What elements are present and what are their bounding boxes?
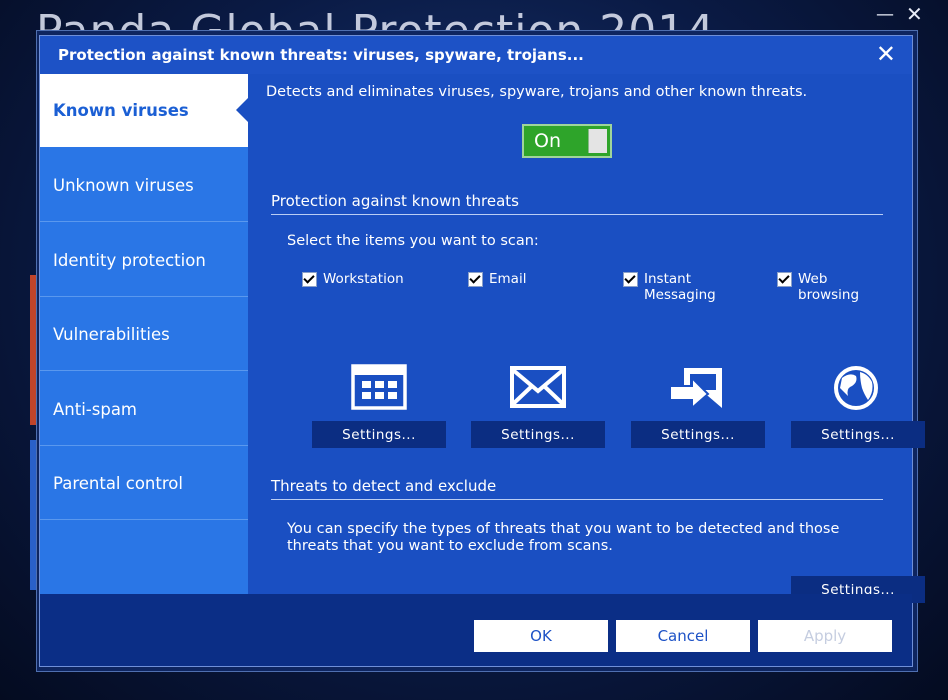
settings-dialog: Protection against known threats: viruse… <box>40 36 925 666</box>
globe-icon <box>834 366 878 410</box>
cancel-button[interactable]: Cancel <box>616 620 750 652</box>
checkbox-workstation[interactable]: Workstation <box>302 271 404 287</box>
checkbox-label: Email <box>489 271 527 287</box>
checkbox-box[interactable] <box>777 272 792 287</box>
dialog-close-icon[interactable]: ✕ <box>876 40 896 68</box>
workstation-icon <box>351 364 407 410</box>
apply-button[interactable]: Apply <box>758 620 892 652</box>
exclude-description: You can specify the types of threats tha… <box>287 521 840 554</box>
checkbox-box[interactable] <box>302 272 317 287</box>
toggle-knob <box>588 129 607 153</box>
sidebar-item-label: Anti-spam <box>53 399 138 419</box>
instant-messaging-settings-button[interactable]: Settings... <box>631 421 765 448</box>
sidebar-item-anti-spam[interactable]: Anti-spam <box>40 373 248 446</box>
sidebar-item-label: Unknown viruses <box>53 175 194 195</box>
sidebar-item-unknown-viruses[interactable]: Unknown viruses <box>40 149 248 222</box>
email-settings-button[interactable]: Settings... <box>471 421 605 448</box>
checkbox-label: Web browsing <box>798 271 860 303</box>
background-close-icon[interactable]: ✕ <box>906 2 923 26</box>
checkbox-instant-messaging[interactable]: Instant Messaging <box>623 271 733 303</box>
ok-button[interactable]: OK <box>474 620 608 652</box>
sidebar-item-label: Vulnerabilities <box>53 324 170 344</box>
sidebar-item-known-viruses[interactable]: Known viruses <box>40 74 248 147</box>
sidebar: Known viruses Unknown viruses Identity p… <box>40 74 248 594</box>
background-minimize-icon[interactable]: — <box>876 4 894 25</box>
feature-description: Detects and eliminates viruses, spyware,… <box>266 84 808 100</box>
checkbox-box[interactable] <box>623 272 638 287</box>
sidebar-item-identity-protection[interactable]: Identity protection <box>40 224 248 297</box>
section-divider <box>271 499 883 500</box>
dialog-titlebar: Protection against known threats: viruse… <box>40 36 912 74</box>
sidebar-item-parental-control[interactable]: Parental control <box>40 447 248 520</box>
checkbox-email[interactable]: Email <box>468 271 526 287</box>
dialog-title: Protection against known threats: viruse… <box>58 46 584 64</box>
main-panel: Detects and eliminates viruses, spyware,… <box>248 74 925 603</box>
section-title-protection: Protection against known threats <box>271 192 519 210</box>
dialog-footer: OK Cancel Apply <box>40 594 912 666</box>
section-title-exclude: Threats to detect and exclude <box>271 477 497 495</box>
envelope-icon <box>510 366 566 408</box>
toggle-label: On <box>534 130 561 152</box>
checkbox-label: Workstation <box>323 271 404 287</box>
sidebar-item-label: Identity protection <box>53 250 206 270</box>
section-divider <box>271 214 883 215</box>
web-browsing-settings-button[interactable]: Settings... <box>791 421 925 448</box>
checkbox-label: Instant Messaging <box>644 271 716 303</box>
checkbox-web-browsing[interactable]: Web browsing <box>777 271 867 303</box>
sidebar-item-vulnerabilities[interactable]: Vulnerabilities <box>40 298 248 371</box>
scan-prompt: Select the items you want to scan: <box>287 233 539 249</box>
workstation-settings-button[interactable]: Settings... <box>312 421 446 448</box>
protection-toggle[interactable]: On <box>522 124 612 158</box>
sidebar-item-label: Parental control <box>53 473 183 493</box>
sidebar-item-label: Known viruses <box>53 100 189 120</box>
checkbox-box[interactable] <box>468 272 483 287</box>
instant-messaging-icon <box>669 368 722 411</box>
